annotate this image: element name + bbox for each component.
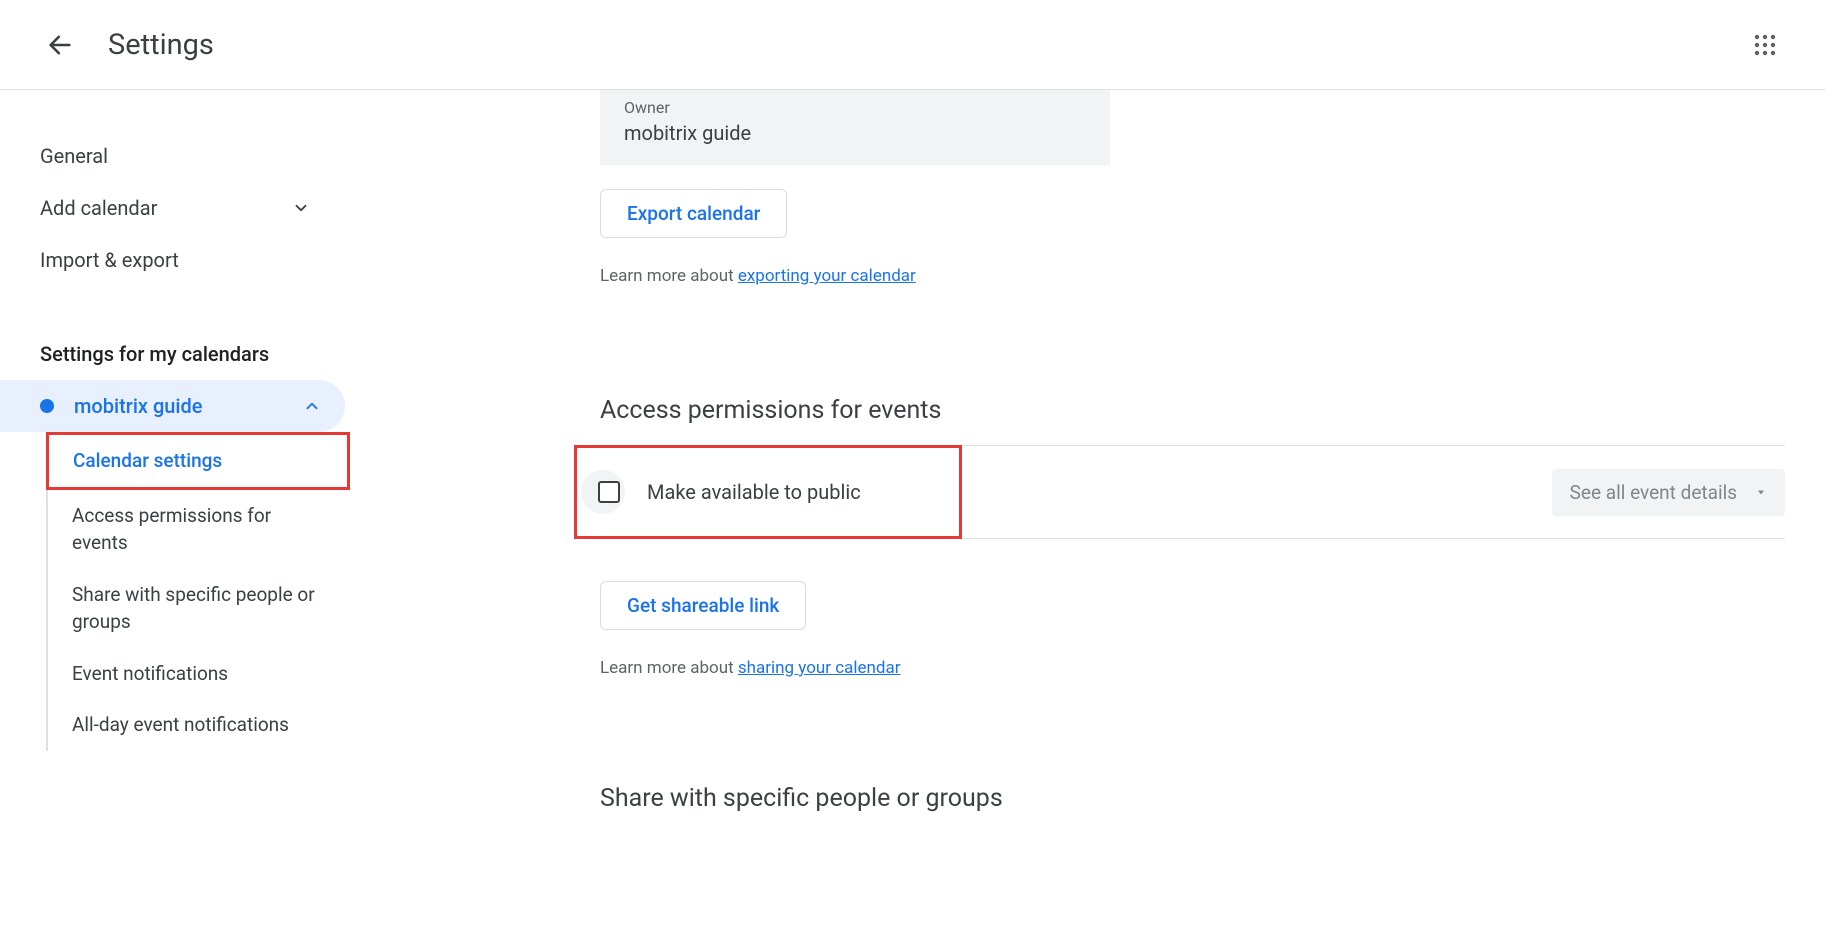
get-shareable-link-button[interactable]: Get shareable link [600,581,806,630]
header-left: Settings [40,25,214,65]
dropdown-caret-icon [1755,486,1767,498]
export-calendar-button[interactable]: Export calendar [600,189,787,238]
sidebar-item-add-calendar[interactable]: Add calendar [0,182,350,234]
checkbox-wrap [581,470,625,514]
sidebar-item-general[interactable]: General [0,130,350,182]
owner-label: Owner [624,98,1086,117]
sidebar-label: Import & export [40,248,179,272]
chevron-up-icon [303,397,321,415]
share-specific-heading: Share with specific people or groups [600,784,1785,813]
main-content: Owner mobitrix guide Export calendar Lea… [350,90,1825,942]
owner-value: mobitrix guide [624,121,1086,145]
sidebar-label: Add calendar [40,196,157,220]
sidebar-label: General [40,144,108,168]
google-apps-button[interactable] [1745,25,1785,65]
access-permissions-heading: Access permissions for events [600,396,1785,425]
exporting-calendar-link[interactable]: exporting your calendar [738,266,916,286]
event-details-dropdown[interactable]: See all event details [1552,469,1785,516]
subitem-event-notifications[interactable]: Event notifications [48,648,350,700]
chevron-down-icon [292,199,310,217]
subitem-share-specific[interactable]: Share with specific people or groups [48,569,350,648]
header: Settings [0,0,1825,90]
page-title: Settings [108,28,214,62]
make-public-row: Make available to public See all event d… [600,446,1785,538]
make-public-checkbox[interactable] [598,481,620,503]
make-public-highlight: Make available to public [574,445,962,539]
calendar-color-dot [40,399,54,413]
sidebar-item-import-export[interactable]: Import & export [0,234,350,286]
share-learn-more: Learn more about sharing your calendar [600,658,1785,678]
arrow-left-icon [46,31,74,59]
sidebar-section-title: Settings for my calendars [0,328,350,380]
subitem-allday-notifications[interactable]: All-day event notifications [48,699,350,751]
subitem-access-permissions[interactable]: Access permissions for events [48,490,350,569]
make-public-label: Make available to public [647,480,861,504]
sidebar-subitems: Calendar settings Access permissions for… [46,432,350,751]
sharing-calendar-link[interactable]: sharing your calendar [738,658,901,678]
export-learn-more: Learn more about exporting your calendar [600,266,1785,286]
apps-grid-icon [1753,33,1777,57]
owner-box: Owner mobitrix guide [600,90,1110,165]
sidebar-calendar-mobitrix[interactable]: mobitrix guide [0,380,345,432]
access-permissions-box: Make available to public See all event d… [600,445,1785,539]
back-button[interactable] [40,25,80,65]
dropdown-label: See all event details [1570,481,1737,504]
subitem-calendar-settings[interactable]: Calendar settings [46,432,350,490]
sidebar: General Add calendar Import & export Set… [0,90,350,942]
calendar-name: mobitrix guide [74,394,203,418]
